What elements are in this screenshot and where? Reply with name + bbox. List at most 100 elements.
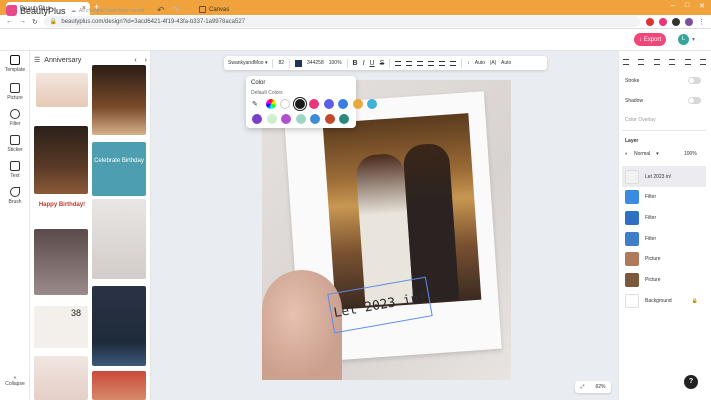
app-name: BeautyPlus [20,5,66,16]
rail-item-brush[interactable]: Brush [0,187,30,205]
align-right-icon[interactable] [700,59,707,65]
layer-item[interactable]: Picture [622,249,706,270]
underline-button[interactable]: U [370,60,375,67]
blend-mode-select[interactable]: ◐ Normal ▾ [625,151,659,157]
color-swatch[interactable] [295,114,306,124]
align-left-icon[interactable] [669,59,676,65]
collapse-button[interactable]: «Collapse [4,375,26,387]
lock-icon[interactable]: 🔒 [692,298,698,304]
menu-icon[interactable]: ⋮ [698,18,705,26]
rail-item-template[interactable]: Template [0,55,30,73]
redo-icon[interactable]: ↷ [172,5,180,16]
italic-button[interactable]: I [363,60,365,67]
profile-icon[interactable] [685,17,693,26]
canvas-button[interactable]: Canvas [199,6,229,13]
chevron-right-icon[interactable]: › [145,57,147,64]
app-logo[interactable]: BeautyPlus [6,5,66,16]
color-picker-wheel[interactable] [266,99,276,109]
template-thumbnail[interactable] [34,356,88,400]
align-middle-icon[interactable] [638,59,645,65]
avatar[interactable]: L [678,34,689,45]
extension-icon[interactable] [672,17,680,26]
layer-item[interactable]: Picture [622,270,706,291]
layer-item[interactable]: Filter [622,187,706,208]
help-button[interactable]: ? [684,375,698,389]
rail-item-sticker[interactable]: Sticker [0,135,30,153]
template-thumbnail[interactable] [92,371,146,400]
zoom-control[interactable]: ⤢ 62% [575,381,611,393]
menu-icon[interactable]: ☰ [34,56,40,64]
opacity-value[interactable]: 100% [329,60,342,66]
reload-icon[interactable]: ↻ [32,18,38,26]
template-thumbnail[interactable]: Happy Birthday! [36,196,88,224]
layer-item[interactable]: Filter [622,207,706,228]
font-family-value: SwankyandMoo [228,60,264,66]
template-thumbnail[interactable] [34,126,88,194]
extension-icon[interactable] [659,17,667,26]
list-numbered-icon[interactable] [450,60,457,66]
align-center-icon[interactable] [406,60,413,66]
color-swatch[interactable] [295,59,303,67]
template-thumbnail[interactable]: 38 [34,306,88,348]
chevron-down-icon[interactable]: ▾ [692,36,695,43]
forward-icon[interactable]: → [19,18,26,25]
align-center-icon[interactable] [684,59,691,65]
color-swatch[interactable] [338,99,348,109]
color-swatch[interactable] [310,114,320,124]
color-swatch[interactable] [339,114,349,124]
undo-icon[interactable]: ↶ [157,5,165,16]
url-field[interactable]: 🔒 beautyplus.com/design?id=3acd6421-4f19-… [43,16,640,27]
template-thumbnail[interactable]: Celebrate Birthday [92,142,146,196]
letter-spacing-value[interactable]: Auto [501,60,511,66]
align-justify-icon[interactable] [428,60,435,66]
color-swatch[interactable] [324,114,335,124]
rail-item-filter[interactable]: Filter [0,109,30,127]
maximize-icon[interactable]: □ [685,2,689,10]
rail-item-picture[interactable]: Picture [0,83,30,101]
strikethrough-button[interactable]: S [380,60,385,67]
color-swatch[interactable] [367,99,377,109]
minimize-icon[interactable]: – [671,2,675,10]
eyedropper-icon[interactable]: ✎ [252,100,258,108]
list-icon[interactable] [439,60,446,66]
bold-button[interactable]: B [353,60,358,67]
shadow-toggle[interactable] [688,97,701,104]
align-left-icon[interactable] [395,60,402,66]
window-controls[interactable]: – □ ✕ [671,2,705,10]
back-icon[interactable]: ← [6,18,13,25]
font-family-select[interactable]: SwankyandMoo ▾ [228,60,267,66]
chevron-left-icon[interactable]: ‹ [134,57,136,64]
color-swatch[interactable] [266,114,277,124]
close-window-icon[interactable]: ✕ [699,2,705,10]
color-overlay-label[interactable]: Color Overlay [625,117,656,123]
color-swatch[interactable] [309,99,319,109]
rail-item-text[interactable]: Text [0,161,30,179]
line-height-value[interactable]: Auto [475,60,485,66]
color-swatch[interactable] [323,99,334,109]
template-thumbnail[interactable] [92,286,146,366]
template-thumbnail[interactable] [92,65,146,135]
layer-item[interactable]: Filter [622,228,706,249]
extension-icon[interactable] [646,17,654,26]
color-swatch[interactable] [252,114,262,124]
fit-screen-icon[interactable]: ⤢ [580,384,584,390]
layer-opacity[interactable]: 100% [684,151,697,157]
align-right-icon[interactable] [417,60,424,66]
letter-spacing-icon[interactable]: |A| [490,60,496,66]
line-height-icon[interactable]: ↕ [467,60,470,66]
align-top-icon[interactable] [622,59,629,65]
layer-item[interactable]: Let 2023 in! [622,166,706,187]
template-thumbnail[interactable] [34,229,88,295]
stroke-toggle[interactable] [688,77,701,84]
template-thumbnail[interactable] [36,73,88,107]
layer-item[interactable]: Background 🔒 [622,290,706,311]
color-swatch[interactable] [281,114,291,124]
color-hex-value[interactable]: 344258 [307,60,324,66]
template-thumbnail[interactable] [92,199,146,279]
color-swatch[interactable] [294,99,305,109]
export-button[interactable]: ↓ Export [634,33,666,46]
align-bottom-icon[interactable] [653,59,660,65]
color-swatch[interactable] [352,99,363,109]
font-size-input[interactable]: 82 [278,60,284,66]
color-swatch[interactable] [280,99,290,109]
